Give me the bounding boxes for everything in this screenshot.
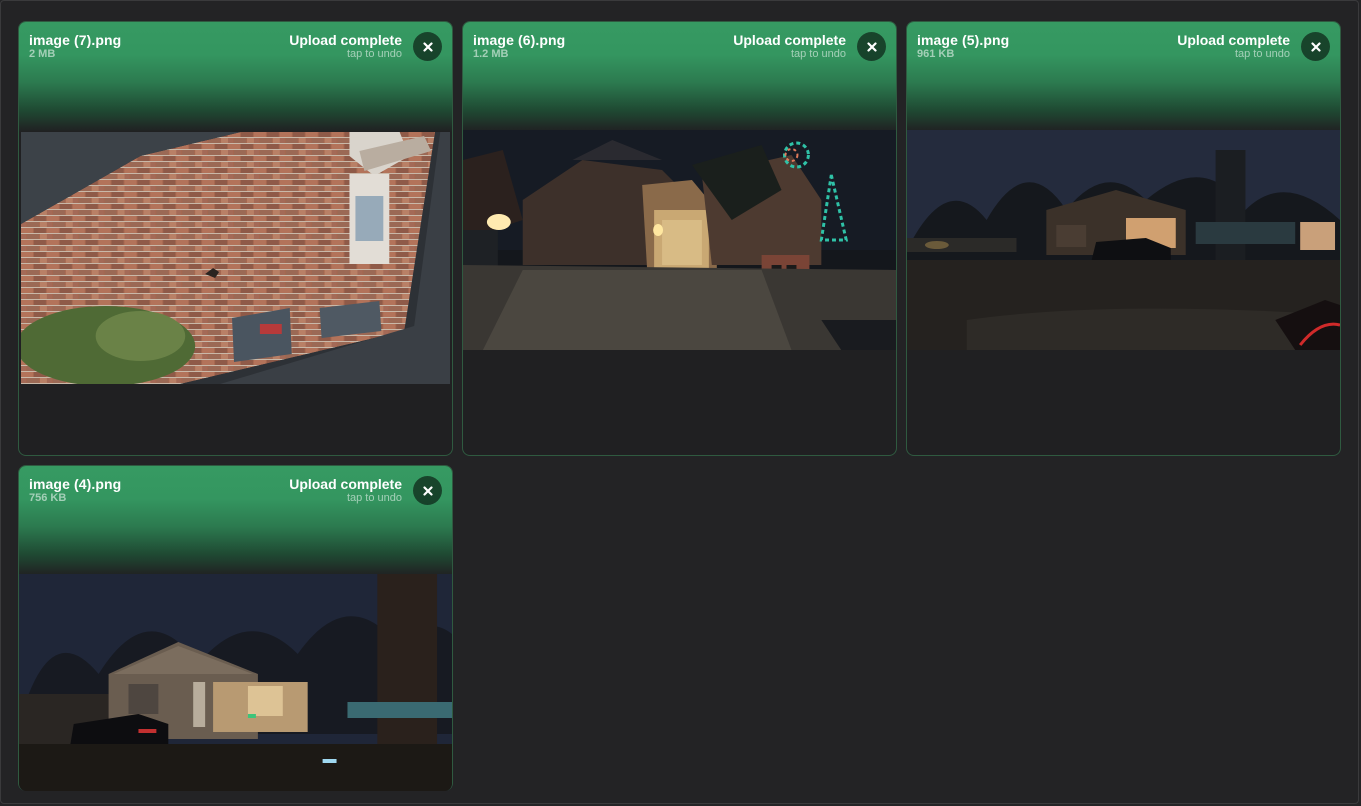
upload-panel: image (7).png 2 MB Upload complete tap t… <box>0 0 1359 804</box>
close-icon <box>1310 41 1321 52</box>
upload-status: Upload complete <box>289 476 402 492</box>
file-item: image (6).png 1.2 MB Upload complete tap… <box>462 21 897 456</box>
image-preview <box>19 574 452 791</box>
file-size: 961 KB <box>917 48 955 60</box>
undo-hint[interactable]: tap to undo <box>791 48 846 60</box>
close-button[interactable] <box>1301 32 1330 61</box>
close-icon <box>422 485 433 496</box>
file-name: image (7).png <box>29 32 122 48</box>
file-size: 756 KB <box>29 492 67 504</box>
image-preview <box>21 96 450 384</box>
undo-hint[interactable]: tap to undo <box>347 48 402 60</box>
close-icon <box>866 41 877 52</box>
undo-hint[interactable]: tap to undo <box>347 492 402 504</box>
file-item-header: image (7).png 2 MB Upload complete tap t… <box>19 22 452 132</box>
close-icon <box>422 41 433 52</box>
close-button[interactable] <box>413 32 442 61</box>
file-item: image (5).png 961 KB Upload complete tap… <box>906 21 1341 456</box>
file-item-header: image (6).png 1.2 MB Upload complete tap… <box>463 22 896 132</box>
file-item: image (7).png 2 MB Upload complete tap t… <box>18 21 453 456</box>
close-button[interactable] <box>413 476 442 505</box>
file-name: image (4).png <box>29 476 122 492</box>
file-name: image (6).png <box>473 32 566 48</box>
upload-status: Upload complete <box>733 32 846 48</box>
file-size: 1.2 MB <box>473 48 509 60</box>
file-item-header: image (4).png 756 KB Upload complete tap… <box>19 466 452 576</box>
close-button[interactable] <box>857 32 886 61</box>
image-preview <box>463 130 896 350</box>
upload-status: Upload complete <box>1177 32 1290 48</box>
image-preview <box>907 130 1340 350</box>
upload-status: Upload complete <box>289 32 402 48</box>
file-name: image (5).png <box>917 32 1010 48</box>
file-item-header: image (5).png 961 KB Upload complete tap… <box>907 22 1340 132</box>
file-item: image (4).png 756 KB Upload complete tap… <box>18 465 453 791</box>
undo-hint[interactable]: tap to undo <box>1235 48 1290 60</box>
file-size: 2 MB <box>29 48 56 60</box>
